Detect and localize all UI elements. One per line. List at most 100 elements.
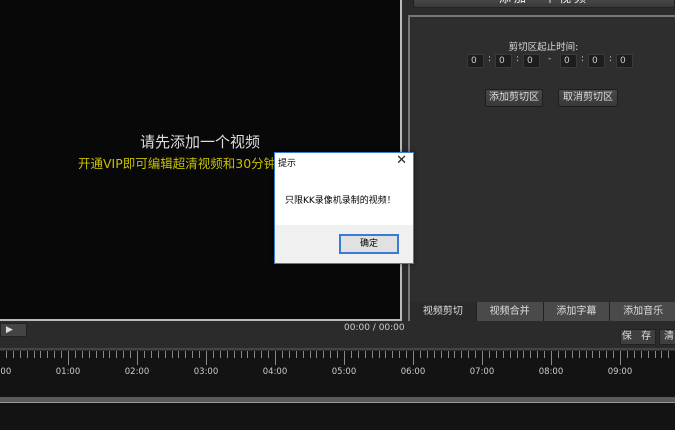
clear-button[interactable]: 清 (659, 329, 675, 345)
timeline-tick (268, 351, 270, 358)
timeline-tick (350, 351, 352, 358)
vip-notice[interactable]: 开通VIP即可编辑超清视频和30分钟以 (78, 153, 289, 172)
timeline-tick (668, 351, 670, 358)
timeline-tick (357, 351, 359, 358)
timeline-tick (309, 351, 311, 358)
timeline-tick (261, 351, 263, 358)
timeline-tick (378, 351, 380, 358)
timeline-tick (47, 351, 49, 358)
timeline-tick (468, 351, 470, 358)
timeline-label: 06:00 (400, 367, 426, 377)
timeline-tick (344, 351, 345, 365)
timeline-tick (371, 351, 373, 358)
timeline-label: 05:00 (331, 367, 357, 377)
timeline-tick (613, 351, 615, 358)
timeline-tick (516, 351, 518, 358)
timeline-tick (68, 351, 69, 365)
timeline-tick (74, 351, 76, 358)
timeline-tick (419, 351, 421, 358)
timeline-tick (392, 351, 394, 358)
timeline-tick (247, 351, 249, 358)
timeline-tick (585, 351, 587, 358)
tab-bar: 视频剪切 视频合并 添加字幕 添加音乐 (410, 302, 675, 321)
save-button[interactable]: 保 存 (620, 329, 656, 345)
timeline-tick (620, 351, 621, 365)
timeline-tick (640, 351, 642, 358)
timeline-tick (81, 351, 83, 358)
timeline-tick (19, 351, 21, 358)
timeline-label: 03:00 (193, 367, 219, 377)
tab-add-subtitle[interactable]: 添加字幕 (543, 302, 611, 321)
timeline-label: 02:00 (124, 367, 150, 377)
timeline-tick (171, 351, 173, 358)
timeline-tick (95, 351, 97, 358)
timeline-tick (633, 351, 635, 358)
timeline-tick (123, 351, 125, 358)
close-icon[interactable]: ✕ (396, 153, 407, 168)
timeline-tick (488, 351, 490, 358)
timeline-tick (150, 351, 152, 358)
timeline-tick (654, 351, 656, 358)
timeline-tick (116, 351, 118, 358)
timeline-tick (12, 351, 14, 358)
timeline-tick (295, 351, 297, 358)
timeline-tick (385, 351, 387, 358)
end-minute-field[interactable]: 0 (588, 54, 605, 68)
tab-video-merge[interactable]: 视频合并 (476, 302, 544, 321)
timeline-tick (206, 351, 207, 365)
timeline-tick (502, 351, 504, 358)
timeline-label: 00:00 (0, 367, 12, 377)
timeline-tick (399, 351, 401, 358)
add-video-button[interactable]: 添加一个视频 (413, 0, 675, 8)
timeline-tick (88, 351, 90, 358)
timeline[interactable]: 00:00 01:00 02:00 03:00 04:00 05:00 06:00 07:00… (0, 351, 675, 430)
start-hour-field[interactable]: 0 (467, 54, 484, 68)
ok-button[interactable]: 确定 (339, 234, 399, 254)
timeline-tick (219, 351, 221, 358)
timeline-tick (592, 351, 594, 358)
timeline-tick (606, 351, 608, 358)
timeline-tick (564, 351, 566, 358)
timeline-tick (130, 351, 132, 358)
add-cut-region-button[interactable]: 添加剪切区 (485, 89, 543, 107)
timeline-tick (461, 351, 463, 358)
timeline-track[interactable] (0, 397, 675, 403)
timeline-tick (54, 351, 56, 358)
timeline-tick (281, 351, 283, 358)
timeline-tick (302, 351, 304, 358)
start-second-field[interactable]: 0 (523, 54, 540, 68)
timeline-tick (661, 351, 663, 358)
timeline-tick (537, 351, 539, 358)
timeline-tick (544, 351, 546, 358)
timeline-tick (551, 351, 552, 365)
dialog-footer: 确定 (275, 225, 413, 263)
timeline-tick (571, 351, 573, 358)
timeline-tick (626, 351, 628, 358)
end-hour-field[interactable]: 0 (560, 54, 577, 68)
timeline-tick (454, 351, 456, 358)
timeline-tick (482, 351, 483, 365)
timeline-tick (578, 351, 580, 358)
timeline-tick (440, 351, 442, 358)
timeline-tick (557, 351, 559, 358)
timeline-tick (447, 351, 449, 358)
timeline-label: 04:00 (262, 367, 288, 377)
dialog-message: 只限KK录像机录制的视频！ (285, 196, 396, 206)
tab-add-music[interactable]: 添加音乐 (610, 302, 675, 321)
timeline-tick (40, 351, 42, 358)
timeline-tick (109, 351, 111, 358)
play-button[interactable]: ▶ (0, 323, 27, 337)
timeline-tick (5, 351, 7, 358)
timeline-tick (192, 351, 194, 358)
end-second-field[interactable]: 0 (616, 54, 633, 68)
tab-video-cut[interactable]: 视频剪切 (410, 302, 477, 321)
timeline-tick (212, 351, 214, 358)
alert-dialog: 提示 ✕ 只限KK录像机录制的视频！ 确定 (274, 152, 414, 264)
timeline-tick (413, 351, 414, 365)
timeline-tick (26, 351, 28, 358)
start-minute-field[interactable]: 0 (495, 54, 512, 68)
cancel-cut-region-button[interactable]: 取消剪切区 (558, 89, 618, 107)
timeline-tick (185, 351, 187, 358)
dialog-title: 提示 (278, 159, 297, 169)
timeline-label: 01:00 (55, 367, 81, 377)
